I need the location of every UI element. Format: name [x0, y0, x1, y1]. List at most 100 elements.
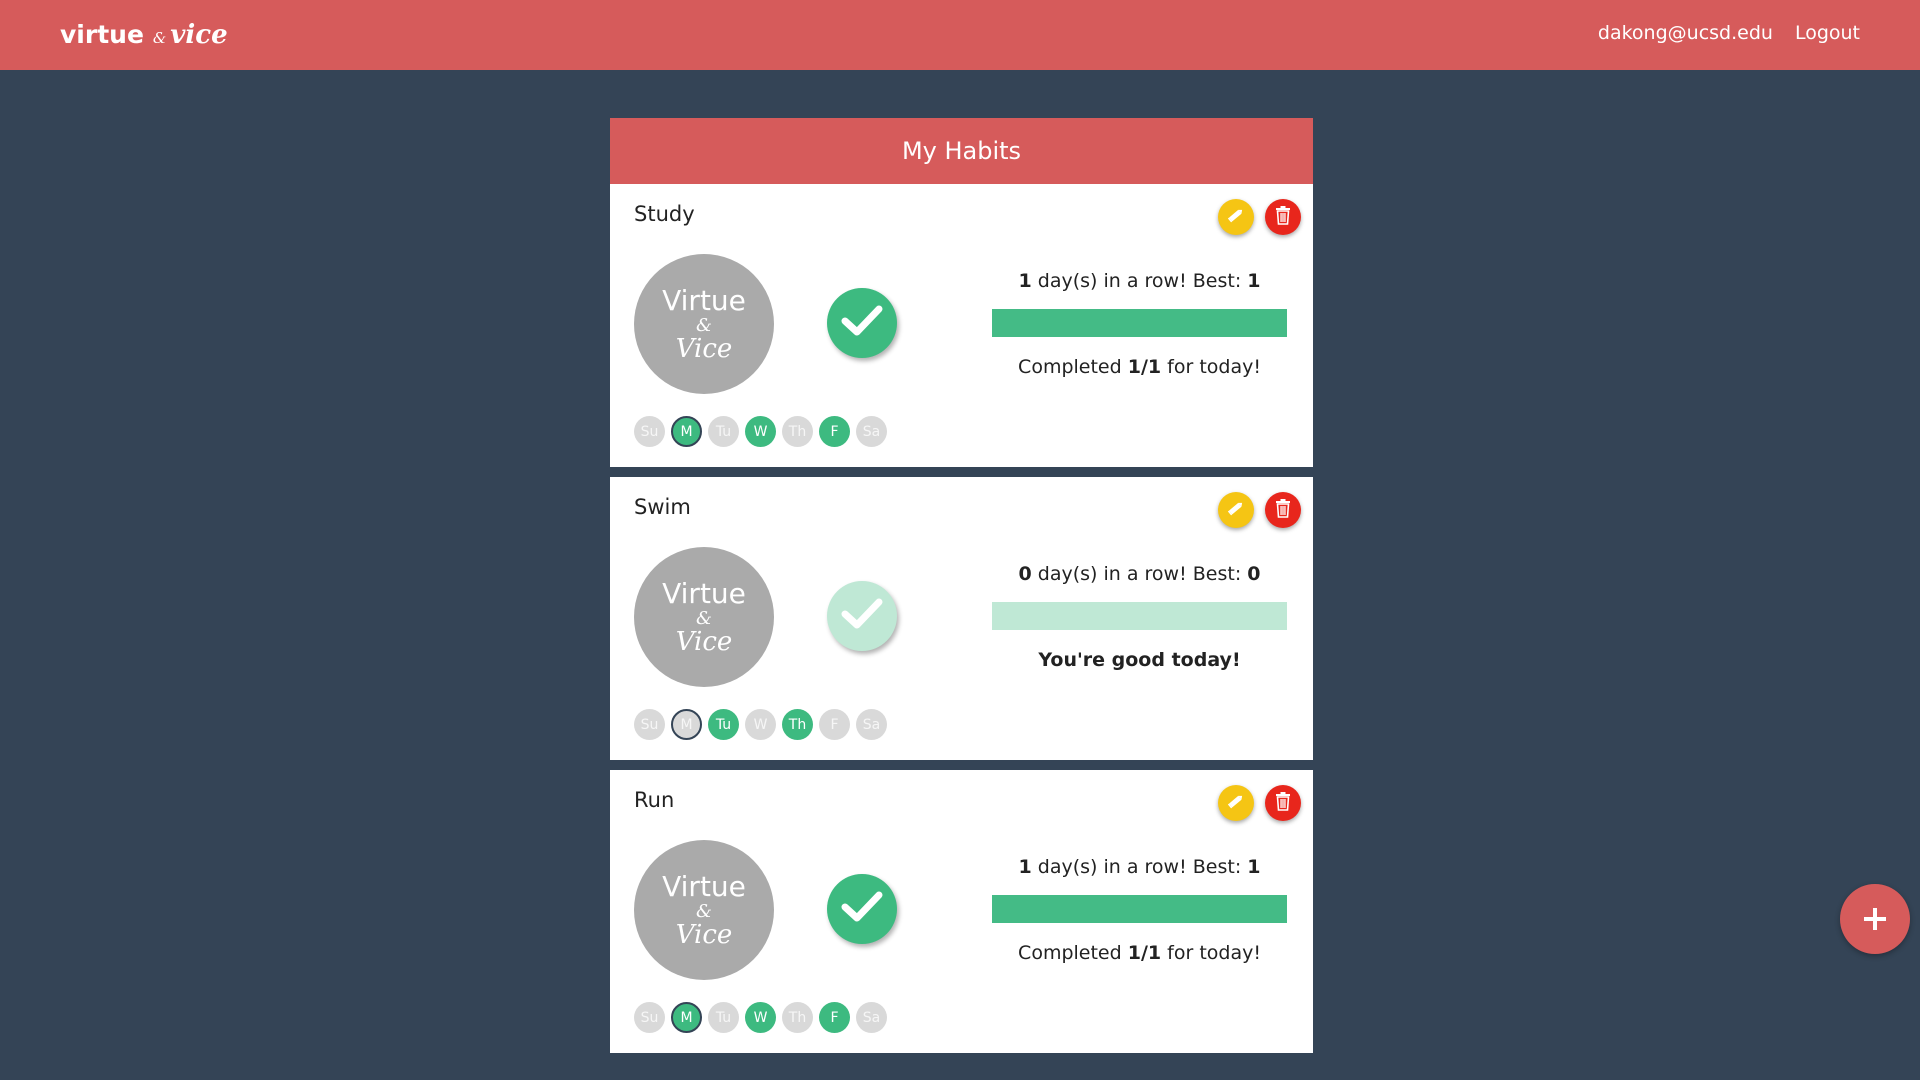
pencil-icon	[1226, 498, 1246, 522]
habit-actions	[1218, 492, 1301, 528]
nav-user-menu: dakong@ucsd.edu Logout	[1598, 22, 1860, 44]
habit-actions	[1218, 785, 1301, 821]
habit-name: Run	[634, 788, 675, 812]
streak-label: day(s) in a row! Best:	[1031, 563, 1248, 585]
edit-habit-button[interactable]	[1218, 199, 1254, 235]
trash-icon	[1274, 498, 1292, 522]
brand-vice-text: vice	[170, 20, 228, 50]
best-count: 0	[1247, 563, 1261, 585]
day-sa[interactable]: Sa	[856, 416, 887, 447]
progress-fill	[992, 309, 1287, 337]
progress-bar	[992, 895, 1287, 923]
status-count: 1/1	[1127, 942, 1162, 964]
status-suffix: for today!	[1161, 356, 1261, 378]
habit-card-swim: Swim Virtue & Vice 0 day(s) in a row! Best: …	[610, 477, 1313, 760]
streak-count: 1	[1018, 856, 1032, 878]
habit-list: Study Virtue & Vice 1 day(s) in a row! Best:…	[610, 184, 1313, 1053]
status-prefix: Completed	[1018, 942, 1128, 964]
check-icon	[840, 597, 884, 635]
delete-habit-button[interactable]	[1265, 492, 1301, 528]
status-text: Completed 1/1 for today!	[992, 356, 1287, 378]
plus-icon	[1864, 908, 1886, 930]
day-th[interactable]: Th	[782, 416, 813, 447]
edit-habit-button[interactable]	[1218, 785, 1254, 821]
check-icon	[840, 890, 884, 928]
weekday-selector: Su M Tu W Th F Sa	[634, 709, 887, 740]
habit-image-virtue-text: Virtue	[662, 869, 746, 903]
weekday-selector: Su M Tu W Th F Sa	[634, 416, 887, 447]
day-w[interactable]: W	[745, 709, 776, 740]
complete-habit-button[interactable]	[827, 874, 897, 944]
day-w[interactable]: W	[745, 416, 776, 447]
streak-text: 1 day(s) in a row! Best: 1	[992, 270, 1287, 294]
day-sa[interactable]: Sa	[856, 1002, 887, 1033]
delete-habit-button[interactable]	[1265, 785, 1301, 821]
habit-image-ampersand: &	[695, 607, 713, 629]
habit-image-ampersand: &	[695, 900, 713, 922]
day-tu[interactable]: Tu	[708, 416, 739, 447]
add-habit-button[interactable]	[1840, 884, 1910, 954]
day-tu[interactable]: Tu	[708, 1002, 739, 1033]
status-text: You're good today!	[1038, 649, 1241, 671]
streak-count: 0	[1018, 563, 1032, 585]
progress-fill	[992, 895, 1287, 923]
habits-panel: My Habits Study Virtue & Vice 1 day(s) in a …	[610, 118, 1313, 1063]
habit-image: Virtue & Vice	[634, 840, 774, 980]
day-m[interactable]: M	[671, 416, 702, 447]
best-count: 1	[1247, 856, 1261, 878]
day-sa[interactable]: Sa	[856, 709, 887, 740]
habit-name: Study	[634, 202, 695, 226]
progress-bar	[992, 309, 1287, 337]
day-tu[interactable]: Tu	[708, 709, 739, 740]
status-text: Completed 1/1 for today!	[992, 942, 1287, 964]
streak-count: 1	[1018, 270, 1032, 292]
day-su[interactable]: Su	[634, 416, 665, 447]
pencil-icon	[1226, 205, 1246, 229]
pencil-icon	[1226, 791, 1246, 815]
streak-info: 1 day(s) in a row! Best: 1 Completed 1/1 …	[992, 856, 1287, 964]
complete-habit-button[interactable]	[827, 288, 897, 358]
streak-info: 1 day(s) in a row! Best: 1 Completed 1/1 …	[992, 270, 1287, 378]
user-email-link[interactable]: dakong@ucsd.edu	[1598, 22, 1773, 44]
streak-label: day(s) in a row! Best:	[1031, 270, 1248, 292]
day-m[interactable]: M	[671, 709, 702, 740]
progress-bar	[992, 602, 1287, 630]
delete-habit-button[interactable]	[1265, 199, 1301, 235]
weekday-selector: Su M Tu W Th F Sa	[634, 1002, 887, 1033]
day-w[interactable]: W	[745, 1002, 776, 1033]
brand-virtue-text: virtue	[60, 20, 144, 49]
day-su[interactable]: Su	[634, 709, 665, 740]
day-su[interactable]: Su	[634, 1002, 665, 1033]
streak-info: 0 day(s) in a row! Best: 0 You're good to…	[992, 563, 1287, 671]
day-f[interactable]: F	[819, 709, 850, 740]
panel-title: My Habits	[610, 118, 1313, 184]
day-th[interactable]: Th	[782, 1002, 813, 1033]
brand-ampersand: &	[152, 29, 167, 47]
trash-icon	[1274, 205, 1292, 229]
day-f[interactable]: F	[819, 416, 850, 447]
brand-logo[interactable]: virtue & vice	[60, 20, 228, 52]
habit-image: Virtue & Vice	[634, 254, 774, 394]
logout-link[interactable]: Logout	[1795, 22, 1860, 44]
habit-image-vice-text: Vice	[675, 333, 733, 364]
habit-image-virtue-text: Virtue	[662, 576, 746, 610]
habit-image-vice-text: Vice	[675, 919, 733, 950]
habit-card-run: Run Virtue & Vice 1 day(s) in a row! Best: 1…	[610, 770, 1313, 1053]
streak-text: 1 day(s) in a row! Best: 1	[992, 856, 1287, 880]
complete-habit-button[interactable]	[827, 581, 897, 651]
best-count: 1	[1247, 270, 1261, 292]
habit-image-ampersand: &	[695, 314, 713, 336]
habit-image-virtue-text: Virtue	[662, 283, 746, 317]
streak-text: 0 day(s) in a row! Best: 0	[992, 563, 1287, 587]
day-th[interactable]: Th	[782, 709, 813, 740]
day-f[interactable]: F	[819, 1002, 850, 1033]
habit-name: Swim	[634, 495, 691, 519]
status-prefix: Completed	[1018, 356, 1128, 378]
streak-label: day(s) in a row! Best:	[1031, 856, 1248, 878]
edit-habit-button[interactable]	[1218, 492, 1254, 528]
habit-actions	[1218, 199, 1301, 235]
check-icon	[840, 304, 884, 342]
status-count: 1/1	[1127, 356, 1162, 378]
day-m[interactable]: M	[671, 1002, 702, 1033]
status-suffix: for today!	[1161, 942, 1261, 964]
